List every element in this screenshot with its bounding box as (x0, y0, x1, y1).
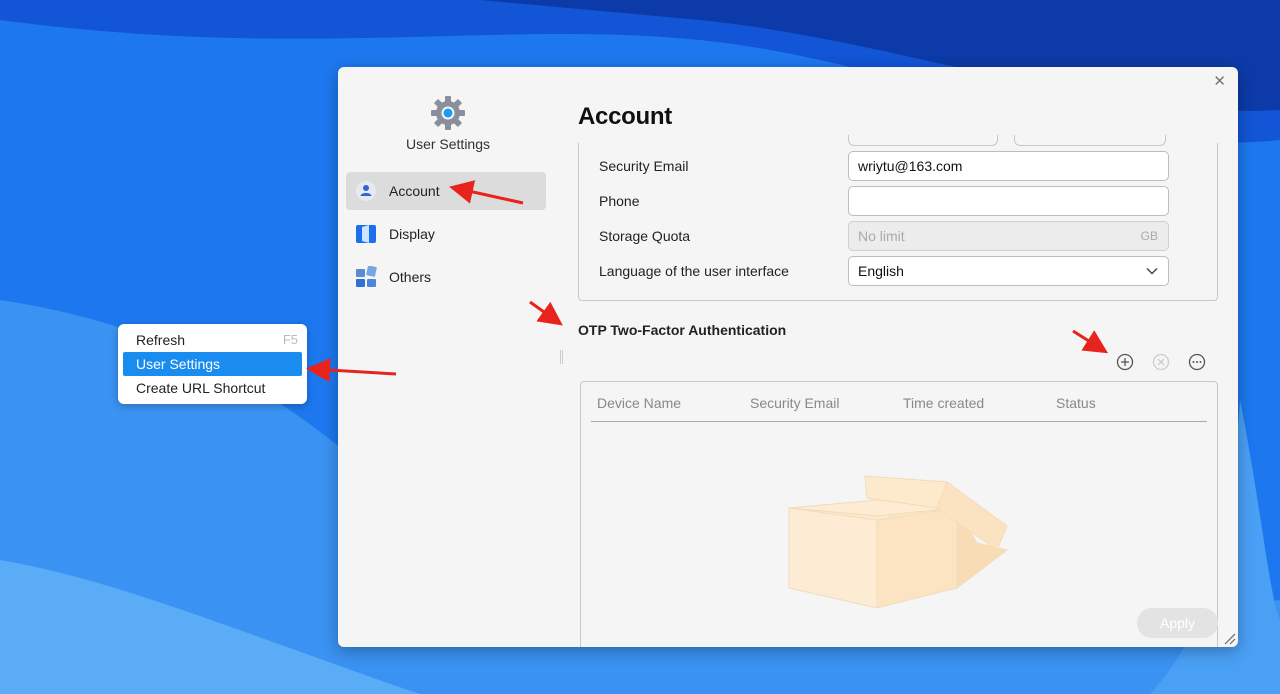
otp-device-table: Device Name Security Email Time created … (580, 381, 1218, 647)
column-header-time-created[interactable]: Time created (903, 395, 984, 411)
user-settings-window: ✕ User Settings Account Display Others A… (338, 67, 1238, 647)
sidebar-item-display[interactable]: Display (346, 215, 546, 253)
context-menu: Refresh F5 User Settings Create URL Shor… (118, 324, 307, 404)
sidebar-item-label: Display (389, 226, 435, 242)
empty-box-icon (787, 475, 1009, 608)
phone-label: Phone (599, 193, 640, 209)
chevron-down-icon (1146, 268, 1158, 275)
menu-item-shortcut: F5 (282, 332, 298, 347)
column-header-status[interactable]: Status (1056, 395, 1096, 411)
storage-quota-unit: GB (1140, 229, 1158, 243)
phone-field[interactable] (848, 186, 1169, 216)
storage-quota-placeholder: No limit (858, 228, 905, 244)
account-form: Security Email wriytu@163.com Phone Stor… (578, 135, 1218, 301)
clipped-field (1014, 135, 1166, 146)
sidebar-title: User Settings (405, 136, 491, 152)
sidebar-item-label: Account (389, 183, 440, 199)
clipped-field (848, 135, 998, 146)
language-select[interactable]: English (848, 256, 1169, 286)
menu-item-label: Create URL Shortcut (136, 380, 266, 396)
menu-item-refresh[interactable]: Refresh F5 (123, 328, 302, 352)
others-icon (355, 266, 377, 288)
gear-icon (431, 96, 465, 130)
close-icon[interactable]: ✕ (1213, 72, 1226, 90)
menu-item-label: Refresh (136, 332, 186, 348)
menu-item-label: User Settings (136, 356, 221, 372)
column-header-device-name[interactable]: Device Name (597, 395, 681, 411)
display-icon (355, 223, 377, 245)
more-icon[interactable] (1188, 353, 1206, 371)
security-email-field[interactable]: wriytu@163.com (848, 151, 1169, 181)
menu-item-create-url-shortcut[interactable]: Create URL Shortcut (123, 376, 302, 400)
pane-splitter[interactable] (560, 350, 563, 364)
language-label: Language of the user interface (599, 263, 789, 279)
security-email-value: wriytu@163.com (858, 158, 963, 174)
header-divider (591, 421, 1207, 422)
delete-icon[interactable] (1152, 353, 1170, 371)
otp-section-title: OTP Two-Factor Authentication (578, 322, 787, 338)
column-header-security-email[interactable]: Security Email (750, 395, 839, 411)
menu-item-user-settings[interactable]: User Settings (123, 352, 302, 376)
storage-quota-label: Storage Quota (599, 228, 691, 244)
add-icon[interactable] (1116, 353, 1134, 371)
storage-quota-field: No limit GB (848, 221, 1169, 251)
resize-grip-icon[interactable] (1222, 631, 1236, 645)
sidebar-item-account[interactable]: Account (346, 172, 546, 210)
user-icon (355, 180, 377, 202)
sidebar-item-others[interactable]: Others (346, 258, 546, 296)
page-title: Account (578, 103, 672, 130)
security-email-label: Security Email (599, 158, 689, 174)
language-value: English (858, 263, 904, 279)
sidebar-item-label: Others (389, 269, 432, 285)
apply-button[interactable]: Apply (1137, 608, 1218, 638)
